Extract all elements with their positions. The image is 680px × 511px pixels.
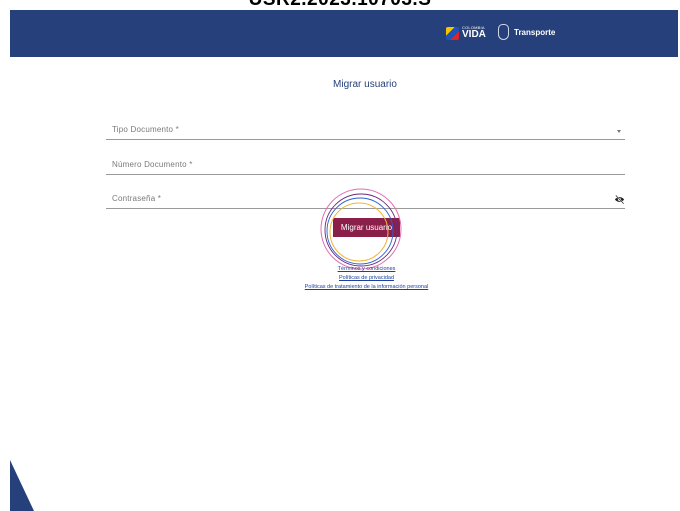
top-header: COLOMBIA VIDA Transporte: [10, 10, 678, 57]
page-title: Migrar usuario: [333, 79, 397, 90]
decorative-corner-shape: [10, 460, 34, 511]
document-number-input[interactable]: Número Documento *: [106, 152, 625, 175]
brand-logo: COLOMBIA VIDA: [446, 26, 486, 40]
privacy-link[interactable]: Políticas de privacidad: [0, 274, 680, 283]
data-treatment-link[interactable]: Políticas de tratamiento de la informaci…: [0, 283, 680, 292]
screenshot-caption: USR2.2023.10703.S: [0, 0, 680, 10]
password-input[interactable]: Contraseña *: [106, 186, 625, 209]
document-number-label: Número Documento *: [112, 160, 193, 169]
ministry-name: Transporte: [514, 27, 556, 37]
eye-off-icon[interactable]: [614, 194, 625, 205]
password-label: Contraseña *: [112, 194, 162, 203]
migrate-user-button[interactable]: Migrar usuario: [333, 218, 400, 237]
chevron-down-icon[interactable]: [617, 130, 621, 133]
ministry-logo: Transporte: [498, 24, 555, 40]
flag-icon: [446, 26, 459, 40]
coat-of-arms-icon: [498, 24, 509, 40]
document-type-label: Tipo Documento *: [112, 125, 179, 134]
footer-links: Términos y condiciones Políticas de priv…: [0, 265, 680, 292]
brand-big-text: VIDA: [462, 29, 486, 40]
terms-link[interactable]: Términos y condiciones: [0, 265, 680, 274]
document-type-select[interactable]: Tipo Documento *: [106, 117, 625, 140]
